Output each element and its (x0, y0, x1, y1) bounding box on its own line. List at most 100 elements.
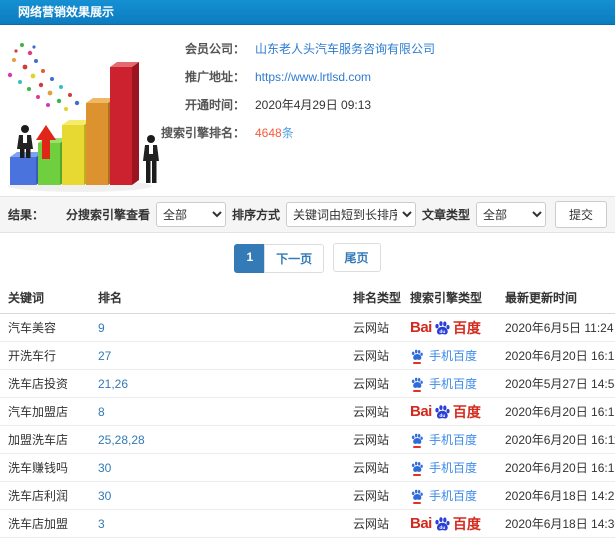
rank-type-cell: 云网站 (345, 453, 402, 483)
rank-cell: 9 (90, 313, 345, 343)
table-row: 洗车店利润 30 云网站 Bai du 百度 (0, 481, 615, 511)
keyword-cell: 汽车加盟店 (0, 397, 90, 427)
rank-link[interactable]: 25,28,28 (98, 433, 145, 447)
mobile-baidu-paw-icon (410, 348, 424, 364)
rank-link[interactable]: 30 (98, 489, 111, 503)
rank-link[interactable]: 27 (98, 349, 111, 363)
rank-count-number: 4648 (255, 126, 282, 140)
company-info-fields: 会员公司： 山东老人头汽车服务咨询有限公司 推广地址： https://www.… (118, 40, 435, 152)
open-time-row: 开通时间： 2020年4月29日 09:13 (118, 96, 435, 113)
rank-link[interactable]: 8 (98, 405, 105, 419)
engine-rank-value: 4648条 (255, 124, 294, 141)
engine-rank-label: 搜索引擎排名： (160, 126, 245, 140)
updated-cell: 2020年6月5日 11:24 (497, 313, 615, 343)
table-header-row: 关键词 排名 排名类型 搜索引擎类型 最新更新时间 (0, 281, 615, 315)
col-updated: 最新更新时间 (497, 281, 615, 315)
rank-type-cell: 云网站 (345, 425, 402, 455)
rank-cell: 3 (90, 509, 345, 538)
mobile-baidu-paw-icon (410, 488, 424, 504)
keyword-cell: 洗车店加盟 (0, 509, 90, 538)
sort-filter-label: 排序方式 (231, 208, 280, 222)
svg-text:du: du (439, 413, 445, 419)
last-page-button[interactable]: 尾页 (332, 243, 381, 272)
rank-type-cell: 云网站 (345, 313, 402, 343)
engine-cell: Bai du 百度 (402, 313, 497, 343)
rank-cell: 21,26 (90, 369, 345, 399)
table-row: 加盟洗车店 25,28,28 云网站 Bai du 百度 (0, 425, 615, 455)
engine-cell: Bai du 百度 (402, 481, 497, 511)
rank-type-cell: 云网站 (345, 481, 402, 511)
rank-cell: 25,28,28 (90, 425, 345, 455)
svg-text:du: du (439, 329, 445, 335)
col-rank-type: 排名类型 (345, 281, 402, 315)
rank-type-cell: 云网站 (345, 369, 402, 399)
promo-url-label: 推广地址： (184, 70, 245, 84)
table-row: 汽车加盟店 8 云网站 Bai du 百度 2020年6月20日 16:12 (0, 397, 615, 427)
pagination: 1 下一页 尾页 (0, 233, 615, 281)
baidu-paw-icon: du (435, 405, 450, 419)
mobile-baidu-logo: 手机百度 (410, 348, 477, 364)
rank-count-unit: 条 (281, 126, 294, 140)
engine-cell: Bai du 百度 (402, 453, 497, 483)
engine-cell: Bai du 百度 (402, 425, 497, 455)
results-table: 关键词 排名 排名类型 搜索引擎类型 最新更新时间 汽车美容 9 云网站 Bai (0, 281, 615, 538)
rank-link[interactable]: 9 (98, 321, 105, 335)
baidu-logo: Bai du 百度 (410, 515, 481, 533)
updated-cell: 2020年6月18日 14:30 (497, 509, 615, 538)
engine-filter-select[interactable]: 全部 (155, 202, 226, 227)
rank-cell: 30 (90, 453, 345, 483)
next-page-button[interactable]: 下一页 (264, 244, 325, 274)
col-rank: 排名 (90, 281, 345, 315)
rank-link[interactable]: 30 (98, 461, 111, 475)
open-time-value: 2020年4月29日 09:13 (255, 98, 372, 112)
mobile-baidu-logo: 手机百度 (410, 488, 477, 504)
company-label: 会员公司： (184, 42, 245, 56)
mobile-baidu-paw-icon (410, 432, 424, 448)
company-row: 会员公司： 山东老人头汽车服务咨询有限公司 (118, 40, 435, 57)
col-keyword: 关键词 (0, 281, 90, 315)
table-row: 洗车店投资 21,26 云网站 Bai du 百度 (0, 369, 615, 399)
mobile-baidu-paw-icon (410, 376, 424, 392)
baidu-paw-icon: du (435, 517, 450, 531)
mobile-baidu-paw-icon (410, 460, 424, 476)
table-row: 洗车店加盟 3 云网站 Bai du 百度 2020年6月18日 14:30 (0, 509, 615, 538)
rank-link[interactable]: 3 (98, 517, 105, 531)
keyword-cell: 洗车店利润 (0, 481, 90, 511)
keyword-cell: 洗车店投资 (0, 369, 90, 399)
baidu-logo: Bai du 百度 (410, 319, 481, 337)
updated-cell: 2020年6月20日 16:12 (497, 453, 615, 483)
sort-filter-select[interactable]: 关键词由短到长排序 (285, 202, 416, 227)
rank-cell: 30 (90, 481, 345, 511)
rank-cell: 27 (90, 341, 345, 371)
rank-cell: 8 (90, 397, 345, 427)
promo-url-row: 推广地址： https://www.lrtlsd.com (118, 68, 435, 85)
table-row: 开洗车行 27 云网站 Bai du 百度 (0, 341, 615, 371)
mobile-baidu-logo: 手机百度 (410, 460, 477, 476)
updated-cell: 2020年6月20日 16:16 (497, 341, 615, 371)
updated-cell: 2020年6月18日 14:27 (497, 481, 615, 511)
confetti-dots (7, 43, 80, 111)
engine-cell: Bai du 百度 (402, 509, 497, 538)
company-link[interactable]: 山东老人头汽车服务咨询有限公司 (255, 40, 435, 57)
filter-controls: 分搜索引擎查看 全部 排序方式 关键词由短到长排序 文章类型 全部 提交 (66, 201, 607, 228)
updated-cell: 2020年6月20日 16:11 (497, 425, 615, 455)
page-1-button[interactable]: 1 (234, 244, 266, 274)
result-label: 结果： (8, 208, 45, 222)
mobile-baidu-logo: 手机百度 (410, 376, 477, 392)
engine-filter-label: 分搜索引擎查看 (65, 208, 150, 222)
updated-cell: 2020年5月27日 14:58 (497, 369, 615, 399)
promo-url-link[interactable]: https://www.lrtlsd.com (255, 70, 371, 84)
company-info-section: 会员公司： 山东老人头汽车服务咨询有限公司 推广地址： https://www.… (0, 25, 615, 196)
open-time-label: 开通时间： (184, 98, 245, 112)
keyword-cell: 开洗车行 (0, 341, 90, 371)
keyword-cell: 汽车美容 (0, 313, 90, 343)
engine-cell: Bai du 百度 (402, 341, 497, 371)
svg-text:du: du (439, 525, 445, 531)
article-type-select[interactable]: 全部 (475, 202, 546, 227)
rank-link[interactable]: 21,26 (98, 377, 128, 391)
engine-cell: Bai du 百度 (402, 397, 497, 427)
submit-button[interactable]: 提交 (554, 201, 607, 228)
rank-type-cell: 云网站 (345, 397, 402, 427)
keyword-cell: 洗车赚钱吗 (0, 453, 90, 483)
engine-cell: Bai du 百度 (402, 369, 497, 399)
